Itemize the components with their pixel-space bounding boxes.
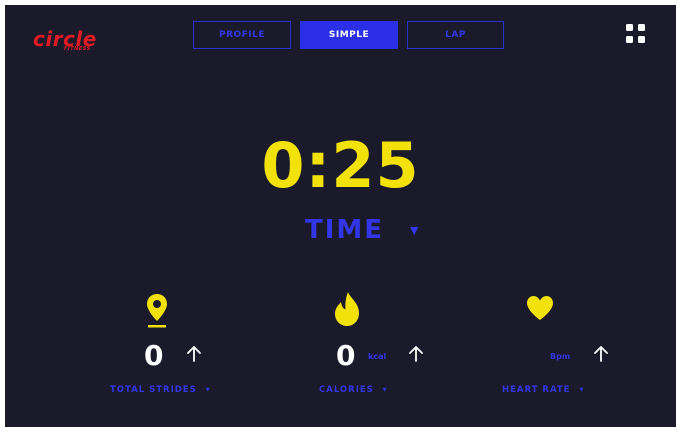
tab-profile[interactable]: PROFILE <box>193 21 291 49</box>
arrow-up-icon[interactable] <box>408 345 424 367</box>
caret-down-icon: ▼ <box>205 387 210 393</box>
stat-strides-value: 0 <box>144 339 164 372</box>
flame-icon <box>333 291 361 331</box>
caret-down-icon: ▼ <box>382 387 387 393</box>
main-metric-label: TIME <box>305 215 385 245</box>
stat-heartrate-selector[interactable]: HEART RATE ▼ <box>502 385 583 395</box>
heart-icon <box>526 295 554 325</box>
tab-lap[interactable]: LAP <box>407 21 504 49</box>
arrow-up-icon[interactable] <box>186 345 202 367</box>
console-screen: circle FITNESS PROFILE SIMPLE LAP 0:25 T… <box>5 5 676 427</box>
arrow-up-icon[interactable] <box>593 345 609 367</box>
caret-down-icon: ▼ <box>410 223 419 237</box>
brand-logo-subtext: FITNESS <box>64 46 91 52</box>
stat-heartrate-label: HEART RATE <box>502 385 571 395</box>
stat-calories-selector[interactable]: CALORIES ▼ <box>319 385 387 395</box>
stat-calories-unit: kcal <box>368 352 387 361</box>
main-metric-selector[interactable]: TIME ▼ <box>305 211 419 249</box>
stat-calories-label: CALORIES <box>319 385 374 395</box>
grid-menu-icon[interactable] <box>625 22 649 46</box>
brand-logo: circle FITNESS <box>33 29 117 55</box>
caret-down-icon: ▼ <box>579 387 584 393</box>
main-metric-value: 0:25 <box>261 129 420 202</box>
stat-strides-label: TOTAL STRIDES <box>110 385 197 395</box>
map-pin-icon <box>146 293 168 333</box>
stat-strides-selector[interactable]: TOTAL STRIDES ▼ <box>110 385 210 395</box>
stat-calories-value: 0 <box>336 339 356 372</box>
stat-heartrate-unit: Bpm <box>550 352 571 361</box>
tab-simple[interactable]: SIMPLE <box>300 21 398 49</box>
